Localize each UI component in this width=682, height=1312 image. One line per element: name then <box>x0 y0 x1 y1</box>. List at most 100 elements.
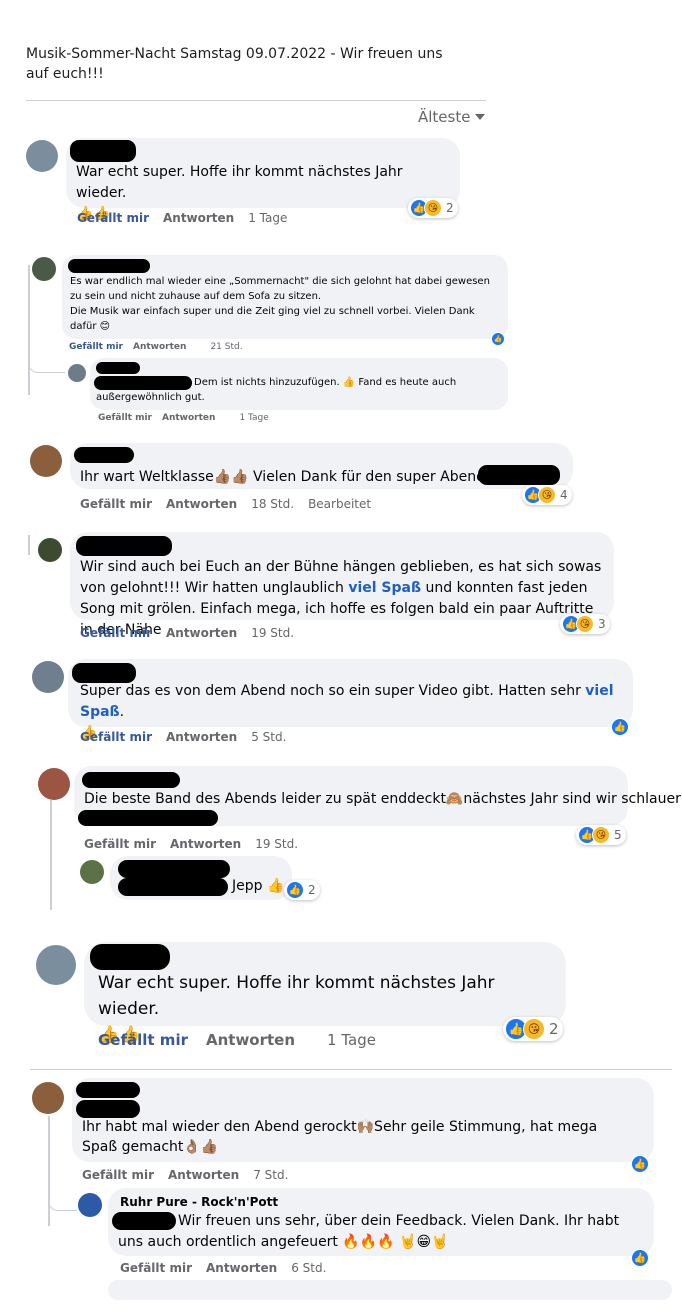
reaction-number: 5 <box>614 828 622 842</box>
reply-button[interactable]: Antworten <box>133 342 186 352</box>
care-reaction-icon: 😘 <box>538 486 556 504</box>
thread-line <box>28 535 30 555</box>
reply-button[interactable]: Antworten <box>166 626 237 640</box>
avatar[interactable] <box>32 1082 64 1114</box>
timestamp[interactable]: 18 Std. <box>251 497 294 511</box>
punctuation: . <box>119 704 125 720</box>
avatar[interactable] <box>38 768 70 800</box>
reaction-number: 2 <box>446 201 454 215</box>
like-button[interactable]: Gefällt mir <box>80 497 152 511</box>
timestamp[interactable]: 1 Tage <box>248 211 287 225</box>
comment-text: Super das es von dem Abend noch so ein s… <box>80 683 581 699</box>
reply-bubble: Ruhr Pure - Rock'n'Pott Wir freuen uns s… <box>108 1188 654 1256</box>
reply-button[interactable]: Antworten <box>166 730 237 744</box>
like-button[interactable]: Gefällt mir <box>69 342 123 352</box>
avatar[interactable] <box>32 257 56 281</box>
care-reaction-icon: 😘 <box>424 199 442 217</box>
care-reaction-icon: 😘 <box>523 1018 545 1040</box>
avatar[interactable] <box>36 945 76 985</box>
avatar[interactable] <box>80 860 104 884</box>
timestamp[interactable]: 6 Std. <box>291 1261 326 1275</box>
avatar[interactable] <box>78 1193 102 1217</box>
hashtag-link[interactable]: viel Spaß <box>348 580 421 596</box>
comment-text: Die beste Band des Abends leider zu spät… <box>84 791 681 807</box>
emoji: 😊 <box>99 321 111 332</box>
redacted-author <box>74 447 134 463</box>
timestamp[interactable]: 1 Tage <box>327 1031 376 1049</box>
redacted-author-2 <box>76 1100 140 1118</box>
avatar[interactable] <box>30 445 62 477</box>
thread-line <box>48 1116 50 1226</box>
redacted-author <box>96 362 140 374</box>
redacted-author <box>72 663 136 683</box>
reaction-number: 3 <box>598 617 606 631</box>
comment-text: War echt super. Hoffe ihr kommt nächstes… <box>76 164 403 201</box>
reaction-count[interactable]: 👍 😘 5 <box>576 825 626 845</box>
avatar[interactable] <box>26 140 58 172</box>
timestamp[interactable]: 19 Std. <box>255 837 298 851</box>
comment-bubble: Wir sind auch bei Euch an der Bühne häng… <box>70 532 614 638</box>
reply-button[interactable]: Antworten <box>206 1261 277 1275</box>
care-reaction-icon: 😘 <box>576 615 594 633</box>
reply-bubble: Dem ist nichts hinzuzufügen. 👍 Fand es h… <box>90 358 508 410</box>
timestamp[interactable]: 5 Std. <box>251 730 286 744</box>
reaction-count[interactable]: 👍 😘 4 <box>522 485 572 505</box>
thread-connector <box>28 358 65 373</box>
reply-button[interactable]: Antworten <box>168 1168 239 1182</box>
reply-button[interactable]: Antworten <box>162 413 215 423</box>
avatar[interactable] <box>68 364 86 382</box>
thread-line <box>28 265 30 395</box>
reply-text: Wir freuen uns sehr, über dein Feedback.… <box>118 1213 620 1250</box>
avatar[interactable] <box>38 538 62 562</box>
like-button[interactable]: Gefällt mir <box>98 1031 188 1049</box>
thread-line <box>50 800 52 910</box>
timestamp[interactable]: 1 Tage <box>239 413 268 423</box>
next-comment-edge <box>108 1280 672 1300</box>
reply-text: Jepp 👍 <box>232 878 285 894</box>
comment-text: Es war endlich mal wieder eine „Sommerna… <box>70 276 490 302</box>
reaction-count[interactable]: 👍 😘 2 <box>503 1017 563 1041</box>
like-reaction-icon[interactable]: 👍 <box>491 332 505 346</box>
reply-bubble: Jepp 👍 <box>110 856 292 900</box>
thread-connector <box>48 1196 77 1211</box>
caret-down-icon <box>475 114 486 120</box>
reaction-count[interactable]: 👍 2 <box>284 880 320 900</box>
comment-bubble: War echt super. Hoffe ihr kommt nächstes… <box>84 942 566 1045</box>
like-button[interactable]: Gefällt mir <box>80 626 152 640</box>
comment-bubble: Es war endlich mal wieder eine „Sommerna… <box>62 255 508 339</box>
sort-label: Älteste <box>418 108 471 126</box>
redacted-mention <box>478 465 560 485</box>
timestamp[interactable]: 21 Std. <box>210 342 242 352</box>
reply-button[interactable]: Antworten <box>163 211 234 225</box>
like-button[interactable]: Gefällt mir <box>84 837 156 851</box>
reply-button[interactable]: Antworten <box>206 1031 295 1049</box>
reaction-count[interactable]: 👍 😘 2 <box>408 198 458 218</box>
avatar[interactable] <box>32 661 64 693</box>
like-button[interactable]: Gefällt mir <box>82 1168 154 1182</box>
reply-author[interactable]: Ruhr Pure - Rock'n'Pott <box>120 1195 278 1209</box>
like-button[interactable]: Gefällt mir <box>120 1261 192 1275</box>
like-reaction-icon[interactable]: 👍 <box>631 1249 649 1267</box>
like-reaction-icon[interactable]: 👍 <box>611 718 629 736</box>
redacted-author <box>118 860 230 878</box>
like-button[interactable]: Gefällt mir <box>80 730 152 744</box>
like-button[interactable]: Gefällt mir <box>77 211 149 225</box>
reaction-count[interactable]: 👍 😘 3 <box>560 614 610 634</box>
redacted-author <box>90 944 170 970</box>
timestamp[interactable]: 7 Std. <box>253 1168 288 1182</box>
reply-button[interactable]: Antworten <box>166 497 237 511</box>
redacted-author <box>76 536 172 556</box>
like-reaction-icon[interactable]: 👍 <box>631 1155 649 1173</box>
edited-label: Bearbeitet <box>308 497 372 511</box>
sort-dropdown[interactable]: Älteste <box>418 108 486 126</box>
redacted-mention <box>78 810 218 826</box>
reply-button[interactable]: Antworten <box>170 837 241 851</box>
like-button[interactable]: Gefällt mir <box>98 413 152 423</box>
reply-text: Dem ist nichts hinzuzufügen. 👍 Fand es h… <box>96 377 457 403</box>
reaction-number: 2 <box>549 1020 559 1038</box>
post-title: Musik-Sommer-Nacht Samstag 09.07.2022 - … <box>26 46 443 82</box>
redacted-author <box>76 1082 140 1098</box>
reaction-number: 4 <box>560 488 568 502</box>
timestamp[interactable]: 19 Std. <box>251 626 294 640</box>
divider <box>26 100 486 101</box>
